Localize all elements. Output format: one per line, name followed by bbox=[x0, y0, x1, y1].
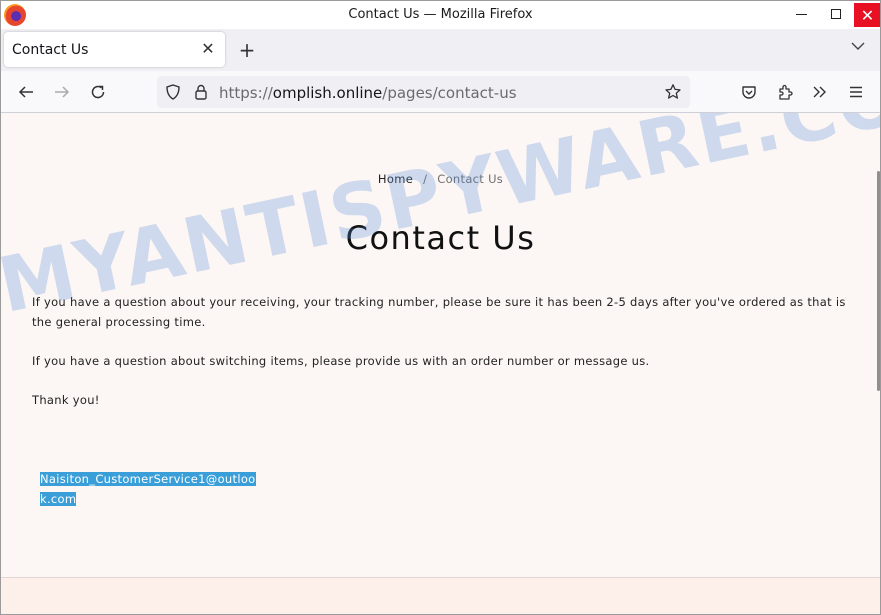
breadcrumb-home-link[interactable]: Home bbox=[378, 172, 413, 186]
arrow-right-icon bbox=[55, 86, 70, 98]
maximize-button[interactable] bbox=[822, 1, 850, 27]
more-tools-button[interactable] bbox=[809, 81, 831, 103]
tab-label: Contact Us bbox=[12, 42, 89, 58]
list-all-tabs-button[interactable] bbox=[850, 38, 866, 54]
maximize-icon bbox=[831, 9, 841, 19]
reload-button[interactable] bbox=[87, 81, 109, 103]
close-icon: ✕ bbox=[860, 5, 875, 25]
customer-service-email[interactable]: Naisiton_CustomerService1@outlook.com bbox=[40, 469, 262, 509]
breadcrumb-current: Contact Us bbox=[437, 172, 504, 186]
double-chevron-right-icon bbox=[813, 86, 826, 98]
chevron-down-icon bbox=[851, 42, 865, 50]
pocket-button[interactable] bbox=[738, 81, 760, 103]
star-icon bbox=[665, 84, 681, 99]
arrow-left-icon bbox=[18, 86, 33, 98]
title-bar: Contact Us — Mozilla Firefox ✕ bbox=[1, 1, 880, 29]
hamburger-menu-icon bbox=[850, 86, 862, 98]
reload-icon bbox=[91, 85, 105, 99]
email-text-selected: Naisiton_CustomerService1@outlook.com bbox=[40, 472, 256, 506]
tab-contact-us[interactable]: Contact Us ✕ bbox=[4, 32, 225, 67]
app-menu-button[interactable] bbox=[845, 81, 867, 103]
url-text[interactable]: https://omplish.online/pages/contact-us bbox=[219, 84, 517, 102]
paragraph-thanks: Thank you! bbox=[32, 393, 100, 407]
footer-band bbox=[1, 577, 880, 614]
url-scheme: https:// bbox=[219, 84, 273, 102]
site-info-button[interactable] bbox=[190, 81, 212, 103]
browser-window: Contact Us — Mozilla Firefox ✕ Contact U… bbox=[0, 0, 881, 615]
puzzle-piece-icon bbox=[779, 84, 793, 100]
address-bar[interactable]: https://omplish.online/pages/contact-us bbox=[157, 76, 690, 108]
paragraph-switching: If you have a question about switching i… bbox=[32, 354, 650, 368]
paragraph-tracking: If you have a question about your receiv… bbox=[32, 295, 846, 329]
extensions-button[interactable] bbox=[774, 81, 796, 103]
navigation-toolbar: https://omplish.online/pages/contact-us bbox=[1, 71, 880, 113]
close-window-button[interactable]: ✕ bbox=[854, 3, 880, 27]
bookmark-button[interactable] bbox=[662, 81, 684, 103]
url-path: /pages/contact-us bbox=[382, 84, 517, 102]
forward-button[interactable] bbox=[51, 81, 73, 103]
tab-bar: Contact Us ✕ + bbox=[1, 29, 880, 71]
back-button[interactable] bbox=[15, 81, 37, 103]
breadcrumb-separator: / bbox=[423, 172, 428, 186]
lock-icon bbox=[195, 84, 207, 100]
vertical-scrollbar[interactable] bbox=[877, 171, 880, 391]
pocket-icon bbox=[742, 86, 756, 99]
page-title: Contact Us bbox=[345, 219, 536, 257]
page-content: Home / Contact Us Contact Us If you have a… bbox=[1, 113, 880, 614]
window-title: Contact Us — Mozilla Firefox bbox=[348, 7, 533, 22]
shield-icon bbox=[166, 84, 180, 100]
minimize-button[interactable] bbox=[787, 1, 815, 27]
tracking-protection-button[interactable] bbox=[162, 81, 184, 103]
new-tab-button[interactable]: + bbox=[237, 38, 257, 62]
url-host: omplish.online bbox=[272, 84, 383, 102]
breadcrumb: Home / Contact Us bbox=[1, 172, 880, 186]
tab-close-icon[interactable]: ✕ bbox=[199, 39, 217, 58]
minimize-icon bbox=[795, 13, 807, 15]
